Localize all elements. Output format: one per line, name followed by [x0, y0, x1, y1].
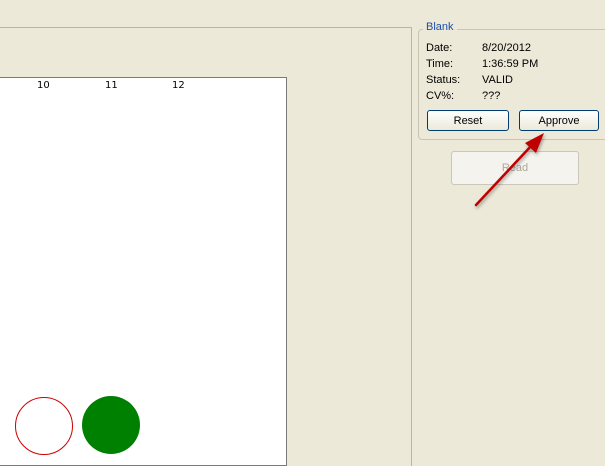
status-label: Status:: [426, 74, 461, 86]
date-value: 8/20/2012: [482, 42, 531, 54]
column-label-12: 12: [172, 80, 185, 91]
blank-group-title: Blank: [423, 21, 457, 33]
column-label-10: 10: [37, 80, 50, 91]
time-value: 1:36:59 PM: [482, 58, 539, 70]
approve-button[interactable]: Approve: [519, 110, 599, 131]
time-label: Time:: [426, 58, 454, 70]
cv-value: ???: [482, 90, 501, 102]
plate-well-filled[interactable]: [82, 396, 140, 454]
top-toolbar-strip: [0, 0, 412, 27]
cv-label: CV%:: [426, 90, 455, 102]
reset-button[interactable]: Reset: [427, 110, 509, 131]
plate-well-empty[interactable]: [15, 397, 73, 455]
read-button[interactable]: Read: [451, 151, 579, 185]
status-value: VALID: [482, 74, 513, 86]
column-label-11: 11: [105, 80, 118, 91]
date-label: Date:: [426, 42, 453, 54]
